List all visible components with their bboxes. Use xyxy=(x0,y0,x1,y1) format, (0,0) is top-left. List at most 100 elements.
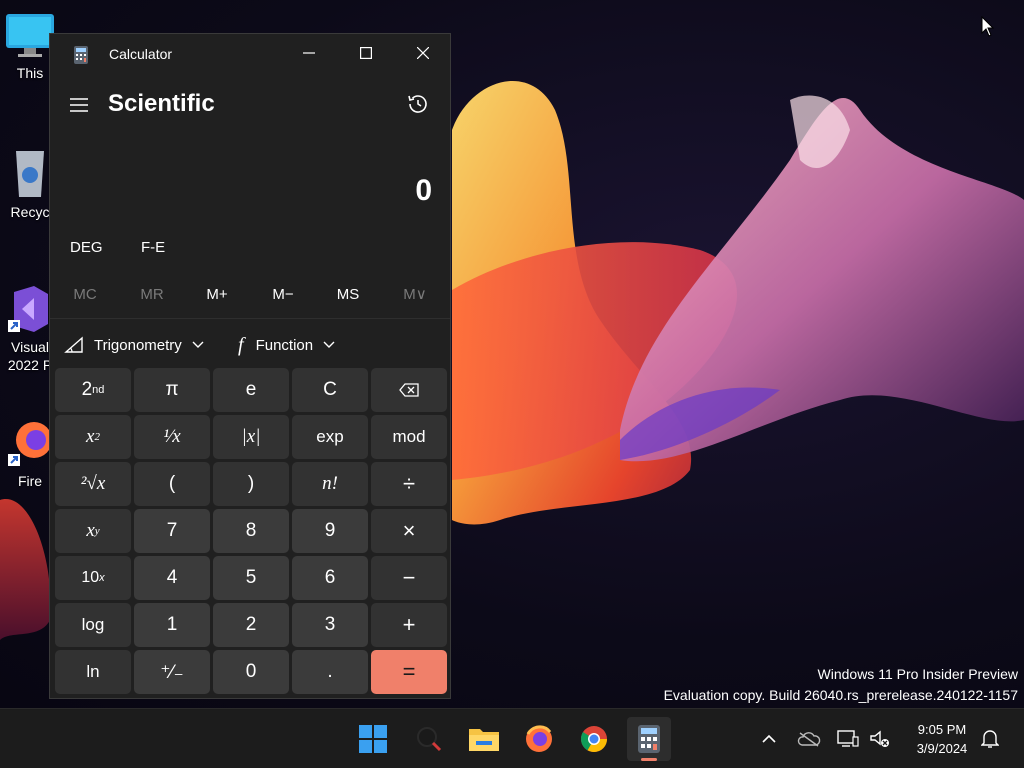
windows-logo-icon xyxy=(359,725,387,753)
notation-toggle[interactable]: F-E xyxy=(141,239,165,256)
speaker-muted-icon xyxy=(870,730,889,747)
show-hidden-icons-button[interactable] xyxy=(755,725,783,753)
history-icon xyxy=(408,95,427,113)
memory-subtract-button[interactable]: M− xyxy=(250,280,316,310)
navigation-menu-button[interactable] xyxy=(68,94,90,116)
digit-0-button[interactable]: 0 xyxy=(213,650,289,694)
digit-2-button[interactable]: 2 xyxy=(213,603,289,647)
firefox-taskbar-button[interactable] xyxy=(517,717,561,761)
backspace-icon xyxy=(399,383,419,397)
multiply-button[interactable]: × xyxy=(371,509,447,553)
digit-1-button[interactable]: 1 xyxy=(134,603,210,647)
memory-list-button[interactable]: M∨ xyxy=(382,280,448,310)
reciprocal-button[interactable]: ¹⁄x xyxy=(134,415,210,459)
digit-6-button[interactable]: 6 xyxy=(292,556,368,600)
function-row: Trigonometry f Function xyxy=(50,330,450,360)
mouse-cursor-icon xyxy=(981,15,995,43)
memory-add-button[interactable]: M+ xyxy=(184,280,250,310)
decimal-button[interactable]: . xyxy=(292,650,368,694)
pi-button[interactable]: π xyxy=(134,368,210,412)
memory-clear-button[interactable]: MC xyxy=(52,280,118,310)
memory-recall-button[interactable]: MR xyxy=(119,280,185,310)
chevron-down-icon xyxy=(323,341,335,348)
recycle-bin-icon xyxy=(10,145,50,199)
triangle-ruler-icon xyxy=(64,336,83,353)
network-tray-button[interactable] xyxy=(834,725,862,753)
add-button[interactable]: + xyxy=(371,603,447,647)
mode-title: Scientific xyxy=(108,90,215,117)
close-parenthesis-button[interactable]: ) xyxy=(213,462,289,506)
backspace-button[interactable] xyxy=(371,368,447,412)
digit-4-button[interactable]: 4 xyxy=(134,556,210,600)
digit-9-button[interactable]: 9 xyxy=(292,509,368,553)
calculator-icon xyxy=(638,725,660,753)
digit-7-button[interactable]: 7 xyxy=(134,509,210,553)
equals-button[interactable]: = xyxy=(371,650,447,694)
square-button[interactable]: x2 xyxy=(55,415,131,459)
second-function-button[interactable]: 2nd xyxy=(55,368,131,412)
open-parenthesis-button[interactable]: ( xyxy=(134,462,210,506)
close-icon xyxy=(416,47,429,59)
power-button[interactable]: xy xyxy=(55,509,131,553)
maximize-button[interactable] xyxy=(337,34,394,72)
calculator-taskbar-button[interactable] xyxy=(627,717,671,761)
absolute-value-button[interactable]: |x| xyxy=(213,415,289,459)
maximize-icon xyxy=(359,47,372,59)
history-button[interactable] xyxy=(406,92,430,121)
memory-row: MC MR M+ M− MS M∨ xyxy=(50,280,450,310)
volume-tray-button[interactable] xyxy=(866,725,894,753)
key-superscript: x xyxy=(99,572,105,584)
key-label: 2 xyxy=(81,379,93,400)
function-f-icon: f xyxy=(238,333,244,356)
natural-log-button[interactable]: ln xyxy=(55,650,131,694)
euler-button[interactable]: e xyxy=(213,368,289,412)
memory-store-button[interactable]: MS xyxy=(315,280,381,310)
digit-8-button[interactable]: 8 xyxy=(213,509,289,553)
minimize-button[interactable] xyxy=(280,34,337,72)
factorial-button[interactable]: n! xyxy=(292,462,368,506)
start-button[interactable] xyxy=(351,717,395,761)
clock[interactable]: 9:05 PM 3/9/2024 xyxy=(900,720,984,758)
result-display: 0 xyxy=(415,174,432,207)
search-button[interactable] xyxy=(407,717,451,761)
active-app-indicator xyxy=(641,758,657,761)
divide-button[interactable]: ÷ xyxy=(371,462,447,506)
ten-power-button[interactable]: 10 x xyxy=(55,556,131,600)
network-icon xyxy=(837,730,859,747)
digit-3-button[interactable]: 3 xyxy=(292,603,368,647)
firefox-icon xyxy=(526,725,552,752)
visual-studio-icon xyxy=(8,284,52,334)
negate-button[interactable]: ⁺⁄₋ xyxy=(134,650,210,694)
folder-icon xyxy=(469,729,499,751)
bell-icon xyxy=(981,730,999,748)
mod-button[interactable]: mod xyxy=(371,415,447,459)
square-root-button[interactable]: ²√x xyxy=(55,462,131,506)
title-bar[interactable]: Calculator xyxy=(50,34,450,74)
digit-5-button[interactable]: 5 xyxy=(213,556,289,600)
trigonometry-label: Trigonometry xyxy=(94,336,182,354)
key-superscript: nd xyxy=(92,384,105,396)
clock-time: 9:05 PM xyxy=(917,722,967,737)
minimize-icon xyxy=(302,52,315,54)
key-superscript: y xyxy=(94,525,100,537)
window-title: Calculator xyxy=(109,46,173,62)
windows-watermark: Windows 11 Pro Insider Preview Evaluatio… xyxy=(664,664,1018,706)
clock-date: 3/9/2024 xyxy=(916,741,968,756)
onedrive-tray-button[interactable] xyxy=(795,725,823,753)
angle-unit-toggle[interactable]: DEG xyxy=(70,239,103,256)
clear-button[interactable]: C xyxy=(292,368,368,412)
log-button[interactable]: log xyxy=(55,603,131,647)
notifications-button[interactable] xyxy=(976,725,1004,753)
file-explorer-button[interactable] xyxy=(462,717,506,761)
chevron-down-icon xyxy=(192,341,204,348)
exp-button[interactable]: exp xyxy=(292,415,368,459)
subtract-button[interactable]: − xyxy=(371,556,447,600)
divider xyxy=(50,318,450,319)
close-button[interactable] xyxy=(394,34,451,72)
chrome-taskbar-button[interactable] xyxy=(572,717,616,761)
watermark-build: Evaluation copy. Build 26040.rs_prerelea… xyxy=(663,687,1018,703)
watermark-edition: Windows 11 Pro Insider Preview xyxy=(817,666,1018,682)
function-dropdown[interactable]: f Function xyxy=(238,330,335,360)
chrome-icon xyxy=(580,726,608,753)
trigonometry-dropdown[interactable]: Trigonometry xyxy=(64,330,204,360)
